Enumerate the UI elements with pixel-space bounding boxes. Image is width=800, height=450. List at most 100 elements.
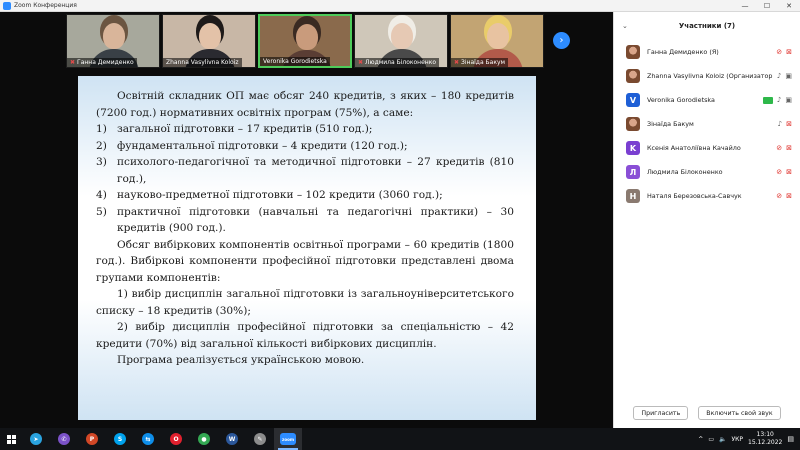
mic-muted-icon: ✖ (70, 59, 76, 66)
participant-face (199, 23, 221, 49)
minimize-icon[interactable]: — (734, 0, 756, 12)
mic-muted-icon[interactable]: ⊘ (776, 48, 782, 56)
mic-icon[interactable]: ♪ (777, 96, 781, 104)
opera-icon: O (170, 433, 182, 445)
taskbar-app[interactable]: S (106, 428, 134, 450)
unmute-self-button[interactable]: Включить свой звук (698, 406, 781, 420)
taskbar: ➤ ✆ P S ⇆ O ● W ✎ zoom ^ ▭ 🔈 УКР 13:10 15.12.2022… (0, 428, 800, 450)
slide-item-text: психолого-педагогічної та методичної під… (117, 156, 514, 185)
taskbar-apps: ➤ ✆ P S ⇆ O ● W ✎ zoom (22, 428, 302, 450)
video-off-icon[interactable]: ⊠ (786, 192, 792, 200)
slide-item-text: загальної підготовки – 17 кредитів (510 … (117, 123, 373, 135)
participant-avatar (626, 117, 640, 131)
slide-item-text: практичної підготовки (навчальні та педа… (117, 205, 514, 235)
meeting-area: ✖ Ганна Демиденко Zhanna Vasylivna Koloiz V… (0, 12, 613, 428)
mic-muted-icon[interactable]: ⊘ (776, 192, 782, 200)
video-off-icon[interactable]: ⊠ (786, 48, 792, 56)
invite-button[interactable]: Пригласить (633, 406, 689, 420)
video-off-icon[interactable]: ⊠ (786, 144, 792, 152)
participant-status: ♪ ▣ (762, 96, 792, 104)
start-button[interactable] (0, 428, 22, 450)
mic-icon[interactable]: ♪ (778, 120, 782, 128)
slide-list-item: 5) практичної підготовки (навчальні та пе… (96, 204, 514, 237)
participant-row[interactable]: Зінаїда Бакум ♪ ⊠ (614, 112, 800, 136)
taskbar-app[interactable]: O (162, 428, 190, 450)
window-controls: — ☐ ✕ (734, 0, 800, 12)
taskbar-app[interactable]: W (218, 428, 246, 450)
participant-name: Veronika Gorodietska (647, 96, 715, 104)
thumbnail-name-label: ✖ Ганна Демиденко (67, 58, 137, 67)
thumbnail-name: Зінаїда Бакум (461, 59, 506, 66)
participant-row[interactable]: Н Наталя Березовська-Савчук ⊘ ⊠ (614, 184, 800, 208)
video-thumbnail[interactable]: ✖ Ганна Демиденко (66, 14, 160, 68)
participant-row[interactable]: Ганна Демиденко (Я) ⊘ ⊠ (614, 40, 800, 64)
mic-muted-icon[interactable]: ⊘ (776, 168, 782, 176)
clock-time: 13:10 (756, 431, 774, 438)
participant-row[interactable]: K Ксенія Анатоліївна Качайло ⊘ ⊠ (614, 136, 800, 160)
participant-avatar (626, 69, 640, 83)
mic-muted-icon: ✖ (358, 59, 364, 66)
keyboard-language[interactable]: УКР (731, 436, 743, 443)
participant-row[interactable]: V Veronika Gorodietska ♪ ▣ (614, 88, 800, 112)
video-thumbnail[interactable]: ✖ Зінаїда Бакум (450, 14, 544, 68)
collapse-chevron-icon[interactable]: ⌄ (622, 22, 628, 30)
network-icon[interactable]: ▭ (708, 436, 714, 443)
taskbar-app[interactable]: ● (190, 428, 218, 450)
video-icon[interactable]: ▣ (785, 96, 792, 104)
window-title: Zoom Конференция (14, 2, 77, 9)
participant-name: Ксенія Анатоліївна Качайло (647, 144, 741, 152)
participant-row[interactable]: Л Людмила Білоконенко ⊘ ⊠ (614, 160, 800, 184)
tray-expand-icon[interactable]: ^ (698, 436, 703, 443)
mic-muted-icon[interactable]: ⊘ (776, 144, 782, 152)
slide-list-item: 3) психолого-педагогічної та методичної п… (96, 154, 514, 187)
participant-avatar: Л (626, 165, 640, 179)
participant-face (103, 23, 125, 49)
participant-face (487, 23, 509, 49)
participant-name: Наталя Березовська-Савчук (647, 192, 742, 200)
slide-item-number: 3) (96, 156, 107, 168)
next-thumbnails-button[interactable]: › (553, 32, 570, 49)
participant-name: Zhanna Vasylivna Koloiz (Организатор) (647, 72, 773, 80)
skype-icon: S (114, 433, 126, 445)
slide-elective: Обсяг вибіркових компонентів освітньої п… (96, 238, 514, 284)
telegram-icon: ➤ (30, 433, 42, 445)
video-thumbnail[interactable]: Zhanna Vasylivna Koloiz (162, 14, 256, 68)
teamviewer-icon: ⇆ (142, 433, 154, 445)
panel-title: Участники (7) (678, 22, 736, 30)
mic-icon[interactable]: ♪ (777, 72, 781, 80)
clock-date: 15.12.2022 (748, 439, 783, 446)
slide-intro: Освітній складник ОП має обсяг 240 креди… (96, 90, 514, 119)
panel-footer: Пригласить Включить свой звук (614, 406, 800, 420)
taskbar-app[interactable]: ✎ (246, 428, 274, 450)
slide-choice-1: 1) вибір дисциплін загальної підготовки … (96, 288, 514, 317)
chevron-right-icon: › (559, 35, 564, 46)
mic-muted-icon: ✖ (454, 59, 460, 66)
thumbnail-name: Ганна Демиденко (77, 59, 134, 66)
video-thumbnail[interactable]: Veronika Gorodietska (258, 14, 352, 68)
slide-choice-2: 2) вибір дисциплін професійної підготовк… (96, 321, 514, 350)
participant-status: ⊘ ⊠ (776, 48, 792, 56)
chrome-icon: ● (198, 433, 210, 445)
video-off-icon[interactable]: ⊠ (786, 168, 792, 176)
slide-list-item: 2) фундаментальної підготовки – 4 кредити… (96, 138, 514, 155)
word-icon: W (226, 433, 238, 445)
maximize-icon[interactable]: ☐ (756, 0, 778, 12)
taskbar-app[interactable]: P (78, 428, 106, 450)
notifications-icon[interactable]: ▤ (787, 435, 794, 443)
participant-row[interactable]: Zhanna Vasylivna Koloiz (Организатор) ♪ ▣ (614, 64, 800, 88)
taskbar-app[interactable]: ✆ (50, 428, 78, 450)
close-icon[interactable]: ✕ (778, 0, 800, 12)
taskbar-app[interactable]: ⇆ (134, 428, 162, 450)
taskbar-app[interactable]: ➤ (22, 428, 50, 450)
participants-panel: ⌄ Участники (7) Ганна Демиденко (Я) ⊘ ⊠ Zha… (613, 12, 800, 428)
paint-icon: ✎ (254, 433, 266, 445)
system-tray: ^ ▭ 🔈 УКР 13:10 15.12.2022 ▤ (698, 431, 800, 447)
taskbar-app[interactable]: zoom (274, 428, 302, 450)
clock[interactable]: 13:10 15.12.2022 (748, 431, 782, 447)
zoom-icon: zoom (280, 433, 296, 445)
volume-icon[interactable]: 🔈 (719, 436, 726, 443)
video-off-icon[interactable]: ⊠ (786, 120, 792, 128)
video-icon[interactable]: ▣ (785, 72, 792, 80)
video-thumbnail[interactable]: ✖ Людмила Білоконенко (354, 14, 448, 68)
thumbnail-name-label: ✖ Людмила Білоконенко (355, 58, 440, 67)
